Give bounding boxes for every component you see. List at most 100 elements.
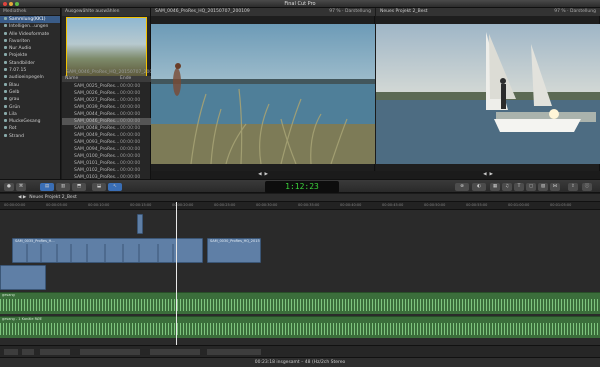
timeline-index-strip[interactable] <box>0 345 600 357</box>
keyword-icon[interactable]: ⌘ <box>16 183 26 191</box>
ruler-tick-label: 00:00:25:00 <box>214 203 236 207</box>
library-item[interactable]: Blau <box>0 82 60 89</box>
event-icon <box>4 38 7 42</box>
timecode-display[interactable]: 1:12:23 <box>265 181 339 193</box>
file-row[interactable]: SAM_0093_ProRes... 00:00:00 <box>62 139 151 146</box>
file-name: SAM_0100_ProRes... <box>74 154 120 159</box>
file-end: 00:00:00 <box>120 154 141 159</box>
event-icon <box>4 133 7 137</box>
themes-icon[interactable]: ▧ <box>538 183 548 191</box>
library-item[interactable]: Gelb <box>0 89 60 96</box>
color-icon[interactable]: ◐ <box>472 183 486 191</box>
library-item[interactable]: audioeinpegeln <box>0 74 60 81</box>
browser-toggle-button[interactable]: ▥ <box>56 183 70 191</box>
event-icon <box>4 68 7 72</box>
file-row[interactable]: SAM_0049_ProRes... 00:00:00 <box>62 132 151 139</box>
library-item[interactable]: 7.07.15 <box>0 67 60 74</box>
file-end: 00:00:00 <box>120 140 141 145</box>
audio-track-1[interactable]: gesang <box>0 292 600 314</box>
ruler-tick-label: 00:00:35:00 <box>298 203 320 207</box>
select-tool-button[interactable]: ↖ <box>108 183 122 191</box>
column-end[interactable]: Ende <box>120 76 131 81</box>
audio-label: gesang <box>2 293 15 297</box>
file-row[interactable]: SAM_0025_ProRes... 00:00:00 <box>62 83 151 90</box>
file-row[interactable]: SAM_0094_ProRes... 00:00:00 <box>62 146 151 153</box>
file-end: 00:00:00 <box>120 168 141 173</box>
library-item[interactable]: Favoriten <box>0 38 60 45</box>
effects-icon[interactable]: ⊗ <box>455 183 469 191</box>
record-voiceover-icon[interactable]: ● <box>4 183 14 191</box>
event-icon <box>4 82 7 86</box>
file-end: 00:00:00 <box>120 98 141 103</box>
beach-scene <box>151 24 375 165</box>
share-icon[interactable]: ⇪ <box>568 183 578 191</box>
event-icon <box>4 24 7 28</box>
file-row[interactable]: SAM_0048_ProRes... 00:00:00 <box>62 125 151 132</box>
viewer-display[interactable]: Darstellung <box>570 9 596 14</box>
file-row[interactable]: SAM_0027_ProRes... 00:00:00 <box>62 97 151 104</box>
play-reverse-icon[interactable]: ◀ <box>258 172 261 177</box>
ruler-tick-label: 00:00:45:00 <box>382 203 404 207</box>
file-row[interactable]: SAM_0101_ProRes... 00:00:00 <box>62 160 151 167</box>
library-item[interactable]: Strand <box>0 133 60 140</box>
music-icon[interactable]: ♫ <box>502 183 512 191</box>
insert-clip-button[interactable]: ⬓ <box>92 183 106 191</box>
viewer-header: SAM_0046_ProRes_HQ_20150707_200109 97 % … <box>151 8 375 16</box>
library-item[interactable]: Standbilder <box>0 60 60 67</box>
connected-clip[interactable] <box>137 214 143 234</box>
event-icon <box>4 104 7 108</box>
photos-icon[interactable]: ▦ <box>490 183 500 191</box>
minimize-icon[interactable] <box>9 2 13 6</box>
nav-back-icon[interactable]: ◀ ▶ <box>18 195 26 200</box>
close-icon[interactable] <box>3 2 7 6</box>
play-reverse-icon[interactable]: ◀ <box>483 172 486 177</box>
viewer-project-title: Neues Projekt 2_Best <box>380 9 428 14</box>
file-end: 00:00:00 <box>120 133 141 138</box>
file-row[interactable]: SAM_0039_ProRes... 00:00:00 <box>62 104 151 111</box>
playhead[interactable] <box>176 202 177 345</box>
viewer-display[interactable]: Darstellung <box>345 9 371 14</box>
library-item[interactable]: Intelligen...ungen <box>0 23 60 30</box>
viewer-zoom[interactable]: 97 % <box>329 9 340 14</box>
play-icon[interactable]: ▶ <box>264 172 267 177</box>
titles-icon[interactable]: T <box>514 183 524 191</box>
file-end: 00:00:00 <box>120 91 141 96</box>
file-row[interactable]: SAM_0102_ProRes... 00:00:00 <box>62 167 151 174</box>
transitions-icon[interactable]: ⋈ <box>550 183 560 191</box>
generators-icon[interactable]: ▢ <box>526 183 536 191</box>
library-item[interactable]: Sammlung(KK1) <box>0 16 60 24</box>
library-item-label: Alle Videoformate <box>9 31 50 37</box>
file-row[interactable]: SAM_0100_ProRes... 00:00:00 <box>62 153 151 160</box>
library-item[interactable]: grau <box>0 96 60 103</box>
library-item-label: Sammlung(KK1) <box>9 17 46 22</box>
play-icon[interactable]: ▶ <box>489 172 492 177</box>
primary-clip[interactable]: SAM_0030_ProRes_HQ_2015070 <box>207 238 261 263</box>
filmstrip-thumbnail[interactable] <box>66 17 147 77</box>
timeline-header: ◀ ▶ Neues Projekt 2_Best <box>0 194 600 202</box>
timeline-ruler[interactable]: 00:00:00:00 00:00:05:00 00:00:10:00 00:00:1… <box>0 202 600 210</box>
library-item[interactable]: Rot <box>0 125 60 132</box>
lower-clip[interactable] <box>0 265 46 290</box>
inspector-icon[interactable]: ⓘ <box>582 183 592 191</box>
library-item[interactable]: Nur Audio <box>0 45 60 52</box>
library-item[interactable]: Projekte <box>0 52 60 59</box>
file-row[interactable]: SAM_0044_ProRes... 00:00:00 <box>62 111 151 118</box>
column-name[interactable]: Name <box>62 76 120 82</box>
audio-track-2[interactable]: gesang - 1 Kanäle RØE <box>0 316 600 338</box>
library-toggle-button[interactable]: ▤ <box>40 183 54 191</box>
file-row[interactable]: SAM_0046_ProRes... 00:00:00 <box>62 118 151 125</box>
primary-storyline-clips[interactable]: SAM_0035_ProRes_H... <box>12 238 203 263</box>
library-item[interactable]: Alle Videoformate <box>0 31 60 38</box>
timeline[interactable]: SAM_0035_ProRes_H... SAM_0030_ProRes_HQ_… <box>0 210 600 345</box>
viewer-zoom[interactable]: 97 % <box>554 9 565 14</box>
file-row[interactable]: SAM_0026_ProRes... 00:00:00 <box>62 90 151 97</box>
viewer-header: Neues Projekt 2_Best 97 % · Darstellung <box>376 8 600 16</box>
file-name: SAM_0027_ProRes... <box>74 98 120 103</box>
library-item[interactable]: Grün <box>0 104 60 111</box>
library-list: Sammlung(KK1) Intelligen...ungen Alle Vide… <box>0 16 60 140</box>
library-item[interactable]: MuckeGesang <box>0 118 60 125</box>
zoom-icon[interactable] <box>15 2 19 6</box>
library-item[interactable]: Lila <box>0 111 60 118</box>
file-name: SAM_0093_ProRes... <box>74 140 120 145</box>
connect-clip-button[interactable]: ⬒ <box>72 183 86 191</box>
